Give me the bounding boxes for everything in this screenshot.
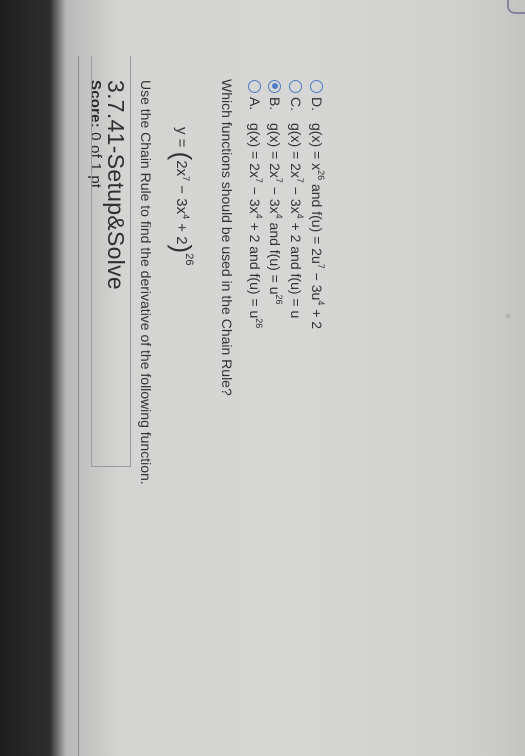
option-letter: A. <box>247 97 263 111</box>
option-b[interactable]: B. g(x) = 2x7 − 3x4 and f(u) = u26 <box>265 80 284 305</box>
radio-d[interactable] <box>310 80 323 93</box>
term-3: + 2 <box>173 219 190 245</box>
term-1: 2x <box>173 160 190 177</box>
option-text: g(x) = 2x7 − 3x4 + 2 and f(u) = u26 <box>247 123 264 329</box>
option-text: g(x) = x26 and f(u) = 2u7 − 3u4 + 2 <box>309 123 326 330</box>
option-text: g(x) = 2x7 − 3x4 and f(u) = u26 <box>267 123 284 305</box>
close-paren: ) <box>167 244 197 254</box>
problem-title: 3.7.41-Setup&Solve <box>103 80 129 290</box>
instruction-text: Use the Chain Rule to find the derivativ… <box>138 80 154 485</box>
option-letter: D. <box>309 97 325 111</box>
option-letter: B. <box>267 97 283 111</box>
homework-page: Score: 0 of 1 pt 3.7.41-Setup&Solve Use … <box>0 0 525 756</box>
option-letter: C. <box>288 97 304 111</box>
outer-exponent: 26 <box>183 253 195 266</box>
question-text: Which functions should be used in the Ch… <box>219 79 235 396</box>
option-c[interactable]: C. g(x) = 2x7 − 3x4 + 2 and f(u) = u <box>286 80 305 319</box>
function-lhs: y = <box>173 127 190 148</box>
radio-b-selected[interactable] <box>268 80 281 93</box>
radio-a[interactable] <box>248 80 261 93</box>
open-paren: ( <box>167 151 197 161</box>
radio-c[interactable] <box>289 80 302 93</box>
option-d[interactable]: D. g(x) = x26 and f(u) = 2u7 − 3u4 + 2 <box>307 80 326 330</box>
function-expression: y = (2x7 − 3x4 + 2)26 <box>166 127 197 265</box>
score-divider <box>78 56 79 756</box>
term-2: − 3x <box>173 181 190 215</box>
option-text: g(x) = 2x7 − 3x4 + 2 and f(u) = u <box>288 123 305 319</box>
option-a[interactable]: A. g(x) = 2x7 − 3x4 + 2 and f(u) = u26 <box>245 80 264 329</box>
